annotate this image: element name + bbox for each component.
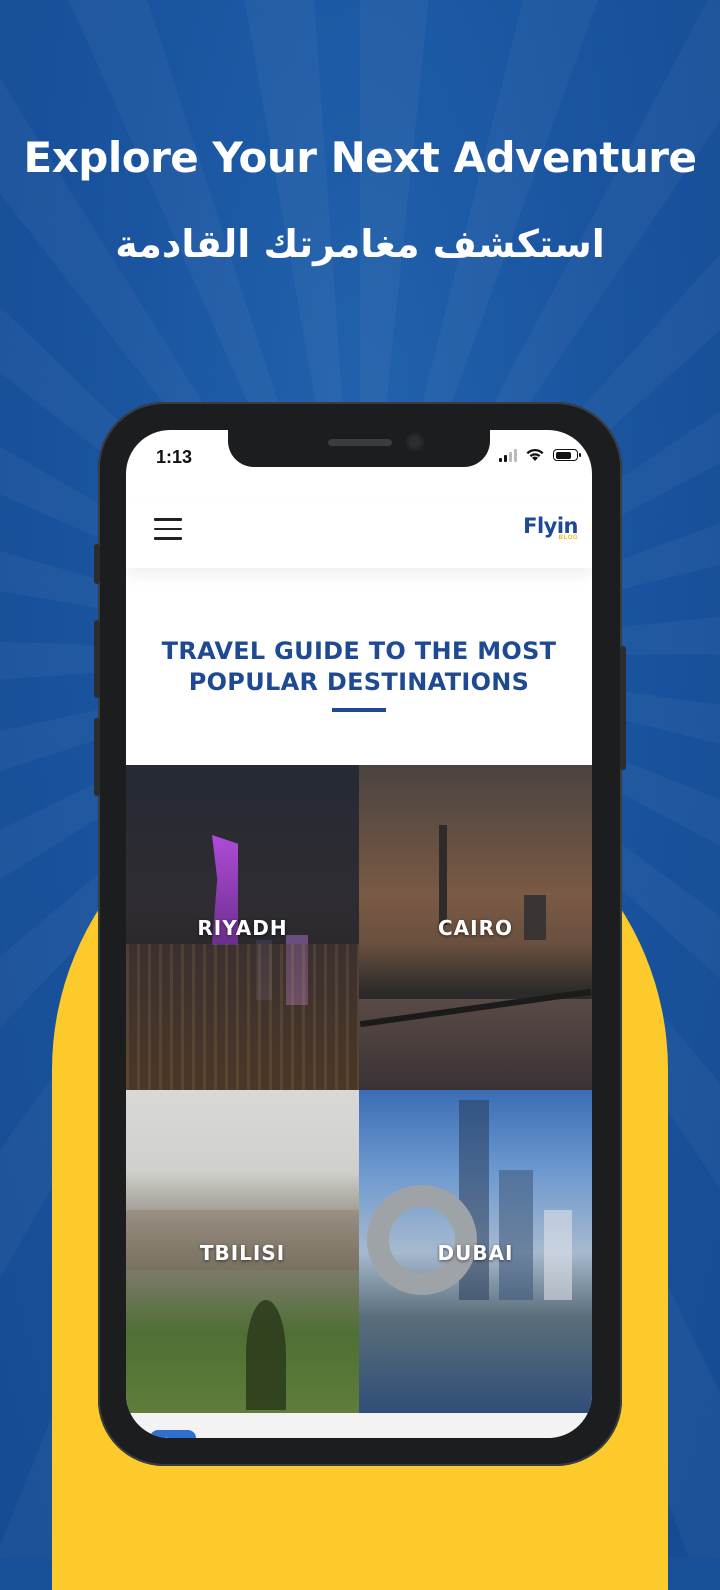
status-icons <box>499 448 581 462</box>
bottom-content-strip <box>126 1413 592 1438</box>
flyin-blog-logo[interactable]: Flyin BLOG <box>523 514 578 541</box>
destination-label: DUBAI <box>437 1240 514 1265</box>
guide-title-line1: TRAVEL GUIDE TO THE MOST <box>161 637 557 665</box>
city-lights-image <box>126 943 359 1090</box>
front-camera <box>406 433 424 451</box>
guide-title: TRAVEL GUIDE TO THE MOST POPULAR DESTINA… <box>126 636 592 698</box>
destination-label: CAIRO <box>438 915 513 940</box>
phone-notch <box>228 430 490 467</box>
phone-mockup: 1:13 Flyin BLOG TRAVEL GUIDE TO THE MOST <box>94 402 626 1466</box>
status-time: 1:13 <box>156 447 193 467</box>
destination-label: RIYADH <box>197 915 288 940</box>
phone-mute-switch <box>94 544 100 584</box>
wifi-icon <box>526 448 544 461</box>
app-bar: Flyin BLOG <box>126 500 592 568</box>
destinations-grid: RIYADH CAIRO TBILISI DUBAI <box>126 765 592 1438</box>
battery-icon <box>553 449 581 461</box>
phone-power-button <box>620 646 626 770</box>
title-underline <box>332 708 386 712</box>
destination-tile-cairo[interactable]: CAIRO <box>359 765 592 1090</box>
phone-volume-up <box>94 620 100 698</box>
nile-river-image <box>359 999 592 1090</box>
destination-tile-tbilisi[interactable]: TBILISI <box>126 1090 359 1415</box>
floating-action-button[interactable] <box>150 1430 196 1438</box>
promo-headline-ar: استكشف مغامرتك القادمة <box>115 222 605 266</box>
destination-tile-dubai[interactable]: DUBAI <box>359 1090 592 1415</box>
hamburger-menu-icon[interactable] <box>154 518 182 540</box>
skyscraper-image <box>499 1170 533 1300</box>
cairo-tower-image <box>439 825 447 925</box>
destination-tile-riyadh[interactable]: RIYADH <box>126 765 359 1090</box>
cellular-signal-icon <box>499 448 517 462</box>
tree-image <box>246 1300 286 1410</box>
guide-title-line2: POPULAR DESTINATIONS <box>188 668 530 696</box>
phone-volume-down <box>94 718 100 796</box>
promo-headline-en: Explore Your Next Adventure <box>23 133 698 182</box>
speaker-grille <box>328 439 392 446</box>
destination-label: TBILISI <box>199 1240 286 1265</box>
phone-screen: 1:13 Flyin BLOG TRAVEL GUIDE TO THE MOST <box>126 430 592 1438</box>
